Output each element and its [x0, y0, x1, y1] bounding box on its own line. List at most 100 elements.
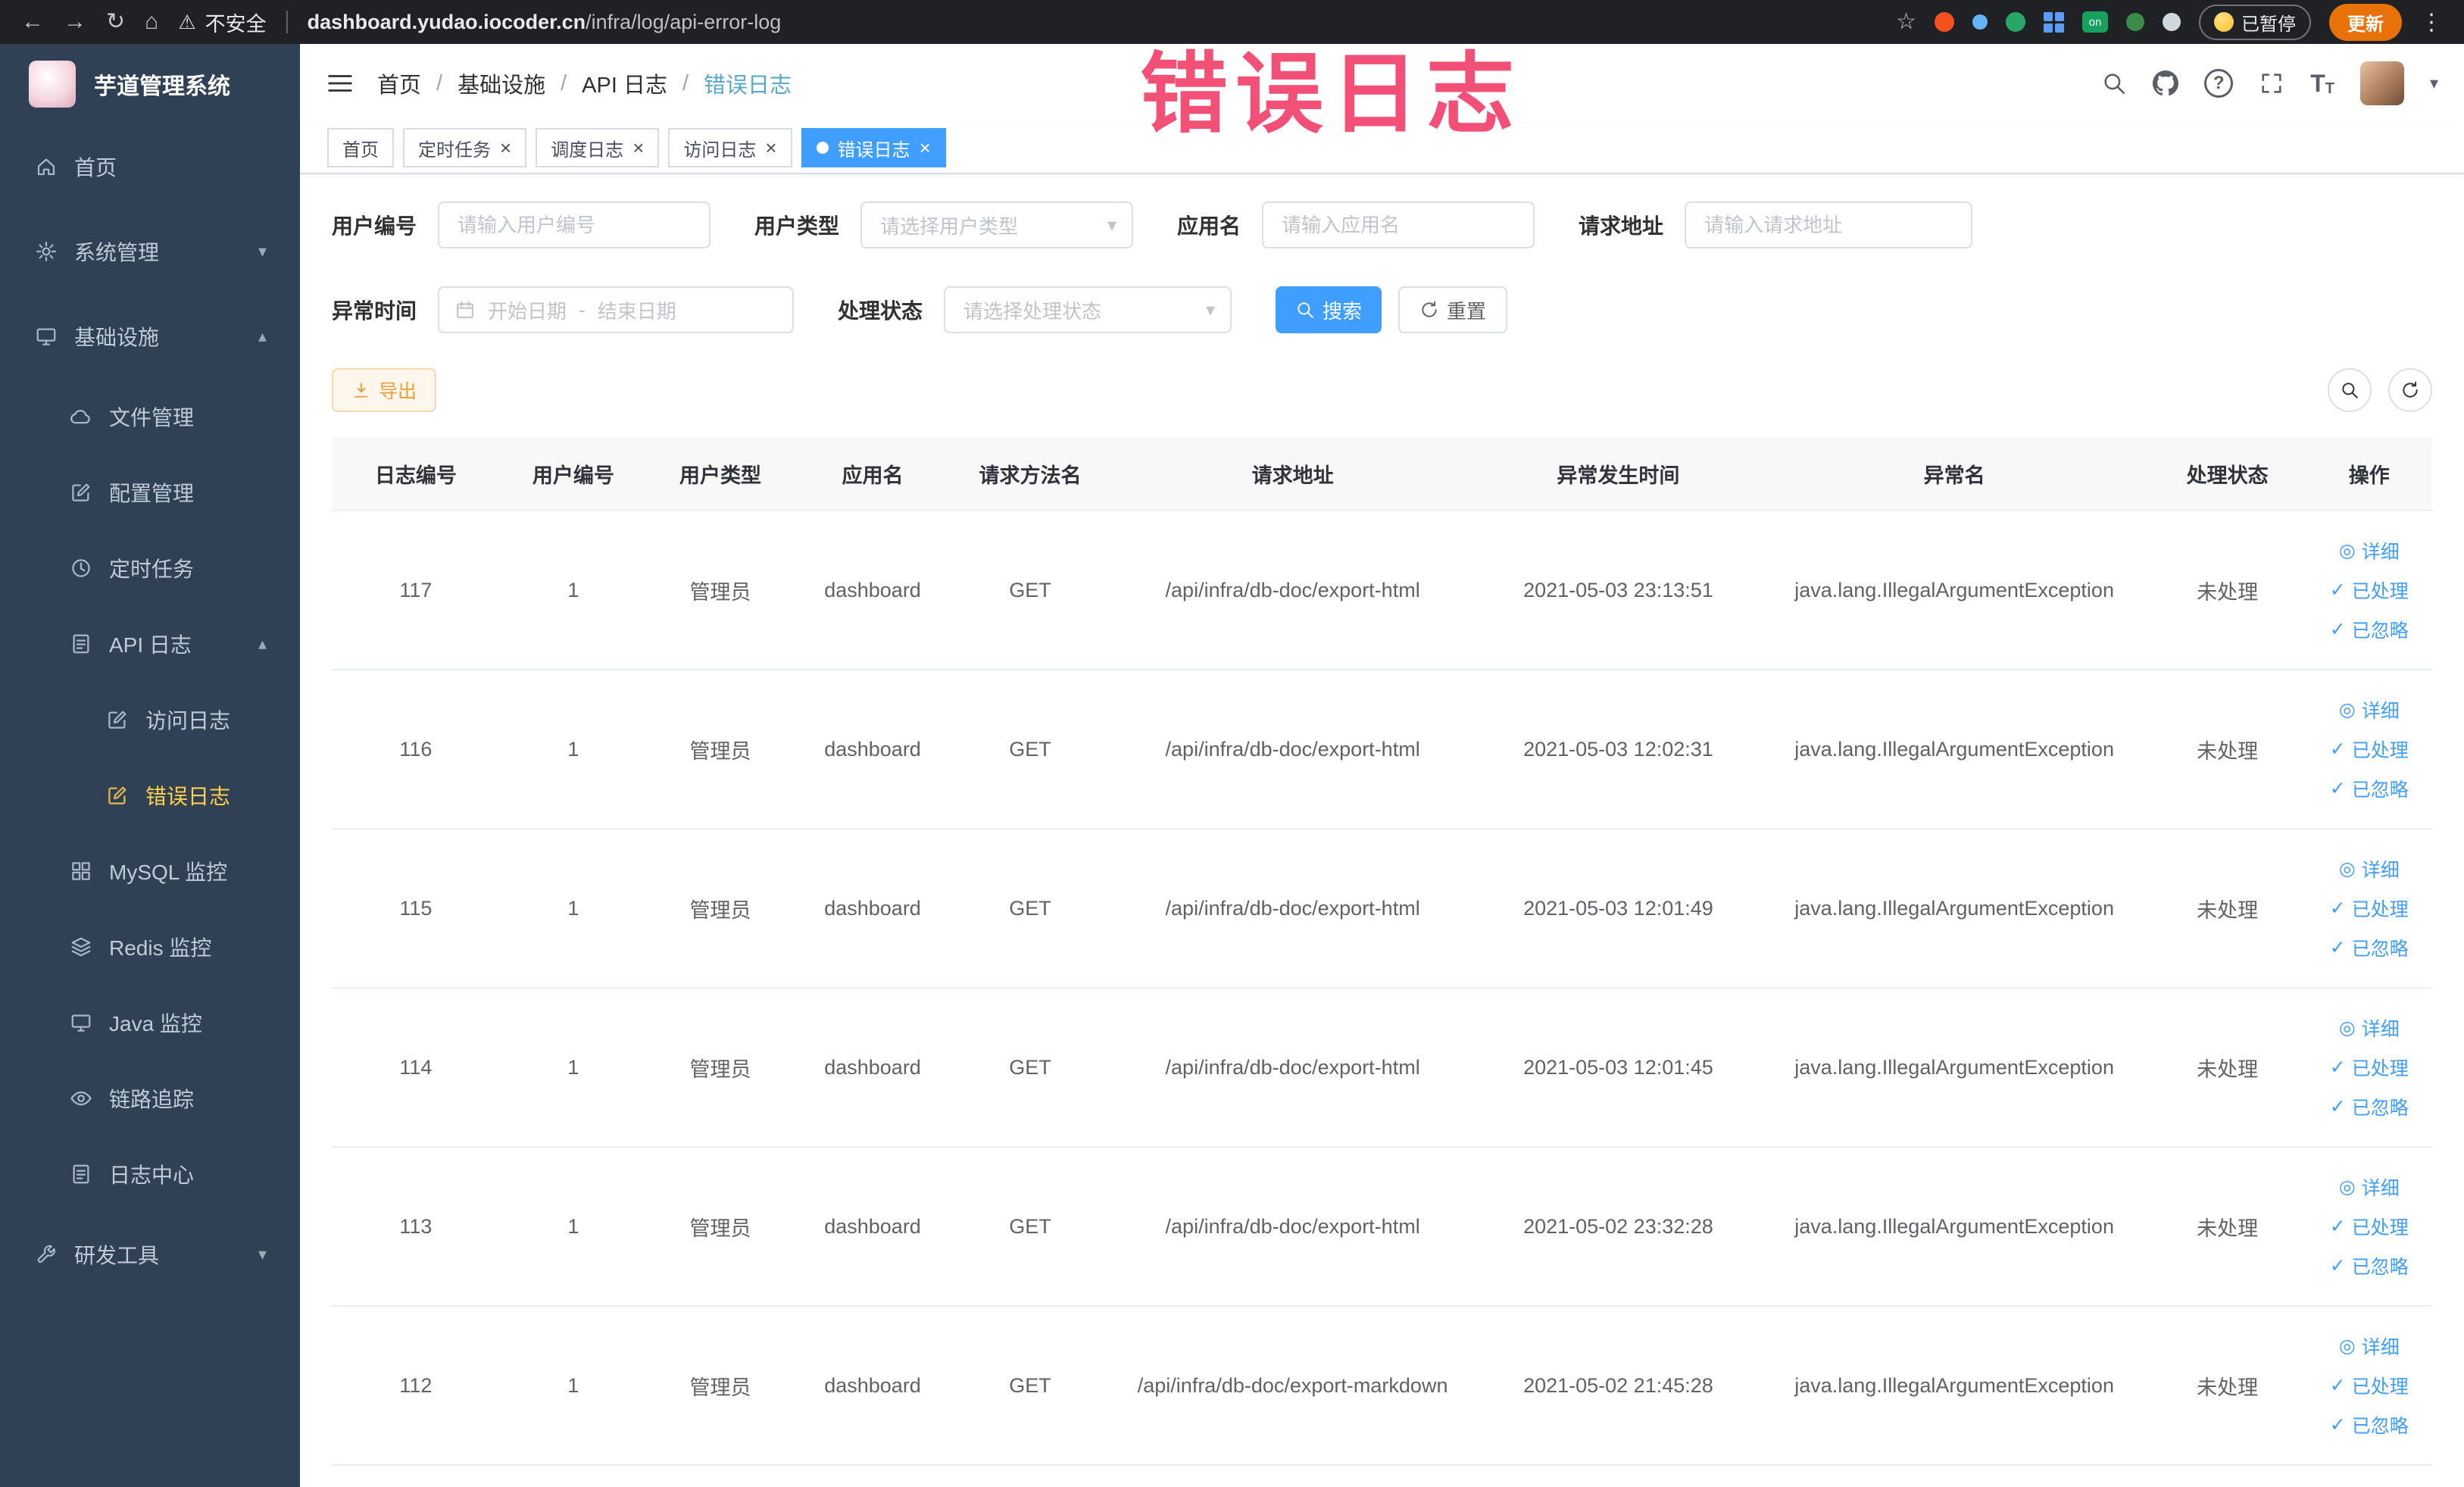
ignored-link[interactable]: ✓ 已忽略: [2330, 934, 2409, 961]
update-button[interactable]: 更新: [2329, 3, 2402, 41]
request-url-input[interactable]: [1686, 203, 1972, 247]
sidebar-item-java[interactable]: Java 监控: [0, 985, 300, 1061]
home-icon[interactable]: ⌂: [145, 11, 158, 33]
breadcrumb-item[interactable]: 首页: [377, 67, 421, 99]
ignored-link[interactable]: ✓ 已忽略: [2330, 1093, 2409, 1120]
check-icon: ✓: [2329, 619, 2346, 640]
tab-error-log[interactable]: 错误日志 ×: [801, 128, 946, 167]
sidebar-item-redis[interactable]: Redis 监控: [0, 909, 300, 985]
export-button-label: 导出: [379, 381, 417, 402]
extension-icon-3[interactable]: [2006, 12, 2025, 32]
site-security-chip[interactable]: ⚠ 不安全: [178, 8, 266, 37]
processed-link[interactable]: ✓ 已处理: [2330, 576, 2409, 604]
avatar[interactable]: [2359, 61, 2404, 105]
tab-access-log[interactable]: 访问日志 ×: [668, 128, 792, 167]
extension-icon-6[interactable]: [2126, 13, 2144, 31]
extension-icon-1[interactable]: [1935, 12, 1954, 32]
extension-icon-2[interactable]: [1972, 14, 1988, 30]
sidebar-item-trace[interactable]: 链路追踪: [0, 1061, 300, 1136]
processed-link[interactable]: ✓ 已处理: [2330, 736, 2409, 763]
reload-icon[interactable]: ↻: [106, 11, 125, 33]
detail-link[interactable]: ◎ 详细: [2339, 1014, 2400, 1042]
sidebar-item-config[interactable]: 配置管理: [0, 455, 300, 530]
search-icon[interactable]: [2101, 70, 2127, 96]
app-logo-block[interactable]: 芋道管理系统: [0, 44, 300, 124]
detail-link[interactable]: ◎ 详细: [2339, 1173, 2400, 1201]
ignored-link[interactable]: ✓ 已忽略: [2330, 1252, 2409, 1279]
app-title: 芋道管理系统: [94, 74, 230, 99]
sidebar-item-system[interactable]: 系统管理 ▾: [0, 209, 300, 294]
user-id-input[interactable]: [439, 203, 710, 247]
sidebar-item-job[interactable]: 定时任务: [0, 530, 300, 606]
sidebar-item-file[interactable]: 文件管理: [0, 379, 300, 455]
processed-link[interactable]: ✓ 已处理: [2330, 1372, 2409, 1399]
detail-link[interactable]: ◎ 详细: [2339, 696, 2400, 723]
app-name-input[interactable]: [1263, 203, 1534, 247]
detail-link[interactable]: ◎ 详细: [2339, 855, 2400, 883]
close-icon[interactable]: ×: [920, 138, 931, 158]
processed-link[interactable]: ✓ 已处理: [2330, 895, 2409, 922]
cell-url: /api/infra/db-doc/export-html: [1108, 829, 1477, 989]
sidebar-item-access-log[interactable]: 访问日志: [0, 682, 300, 758]
back-icon[interactable]: ←: [21, 11, 44, 33]
sidebar-item-error-log[interactable]: 错误日志: [0, 758, 300, 833]
search-button[interactable]: 搜索: [1276, 286, 1382, 333]
cell-user-id: 1: [499, 1147, 647, 1307]
sidebar-item-infra[interactable]: 基础设施 ▴: [0, 294, 300, 379]
user-type-select[interactable]: 请选择用户类型 ▾: [860, 201, 1134, 248]
tab-job[interactable]: 定时任务 ×: [403, 128, 527, 167]
cell-user-type: 管理员: [646, 1306, 795, 1466]
cell-actions: ◎ 详细 ✓ 已处理 ✓ 已忽略: [2306, 1306, 2432, 1466]
sidebar-item-api-log[interactable]: API 日志 ▴: [0, 606, 300, 682]
refresh-button[interactable]: [2388, 368, 2432, 412]
sidebar-item-mysql[interactable]: MySQL 监控: [0, 833, 300, 909]
sidebar-item-dev-tools[interactable]: 研发工具 ▾: [0, 1212, 300, 1297]
date-range-picker[interactable]: 开始日期 - 结束日期: [438, 286, 795, 333]
processed-link[interactable]: ✓ 已处理: [2330, 1054, 2409, 1081]
document-icon: [106, 708, 129, 731]
ignored-link[interactable]: ✓ 已忽略: [2330, 1411, 2409, 1439]
close-icon[interactable]: ×: [500, 138, 511, 158]
detail-link[interactable]: ◎ 详细: [2339, 537, 2400, 564]
tab-job-log[interactable]: 调度日志 ×: [536, 128, 660, 167]
column-header: 用户编号: [499, 438, 647, 511]
table-row: 116 1 管理员 dashboard GET /api/infra/db-do…: [332, 670, 2432, 829]
export-button[interactable]: 导出: [332, 368, 437, 412]
process-status-select[interactable]: 请选择处理状态 ▾: [944, 286, 1232, 333]
sidebar: 芋道管理系统 首页 系统管理 ▾ 基础设施 ▴ 文件管理 配置管理 定时任务 A…: [0, 44, 300, 1487]
forward-icon[interactable]: →: [64, 11, 86, 33]
extension-on-icon[interactable]: on: [2082, 11, 2108, 33]
toolbar-right: [2328, 368, 2432, 412]
browser-menu-icon[interactable]: ⋮: [2420, 9, 2443, 36]
fullscreen-icon[interactable]: [2259, 70, 2284, 96]
help-icon[interactable]: ?: [2204, 69, 2234, 98]
caret-down-icon[interactable]: ▾: [2430, 73, 2438, 93]
address-bar[interactable]: dashboard.yudao.iocoder.cn/infra/log/api…: [308, 11, 782, 34]
toggle-search-button[interactable]: [2328, 368, 2372, 412]
breadcrumb-item[interactable]: API 日志: [582, 67, 667, 99]
sidebar-item-label: API 日志: [109, 633, 192, 657]
check-icon: ✓: [2329, 1096, 2346, 1117]
sidebar-item-label: Redis 监控: [109, 936, 212, 960]
close-icon[interactable]: ×: [765, 138, 776, 158]
paused-badge[interactable]: 已暂停: [2199, 4, 2311, 40]
tool-icon: [35, 1243, 58, 1266]
tab-label: 定时任务: [418, 139, 491, 161]
reset-button[interactable]: 重置: [1398, 286, 1508, 333]
extension-icon-7[interactable]: [2163, 13, 2181, 31]
detail-link[interactable]: ◎ 详细: [2339, 1332, 2400, 1360]
breadcrumb-item[interactable]: 基础设施: [458, 67, 545, 99]
table-row: 117 1 管理员 dashboard GET /api/infra/db-do…: [332, 511, 2432, 670]
sidebar-item-home[interactable]: 首页: [0, 124, 300, 209]
extension-grid-icon[interactable]: [2044, 11, 2064, 33]
processed-link[interactable]: ✓ 已处理: [2330, 1213, 2409, 1240]
font-size-icon[interactable]: TT: [2310, 70, 2334, 98]
sidebar-toggle-icon[interactable]: [326, 69, 354, 98]
bookmark-star-icon[interactable]: ☆: [1896, 11, 1916, 33]
sidebar-item-log-center[interactable]: 日志中心: [0, 1136, 300, 1212]
ignored-link[interactable]: ✓ 已忽略: [2330, 616, 2409, 643]
close-icon[interactable]: ×: [632, 138, 644, 158]
github-icon[interactable]: [2153, 70, 2178, 96]
ignored-link[interactable]: ✓ 已忽略: [2330, 775, 2409, 802]
tab-home[interactable]: 首页: [327, 128, 394, 167]
